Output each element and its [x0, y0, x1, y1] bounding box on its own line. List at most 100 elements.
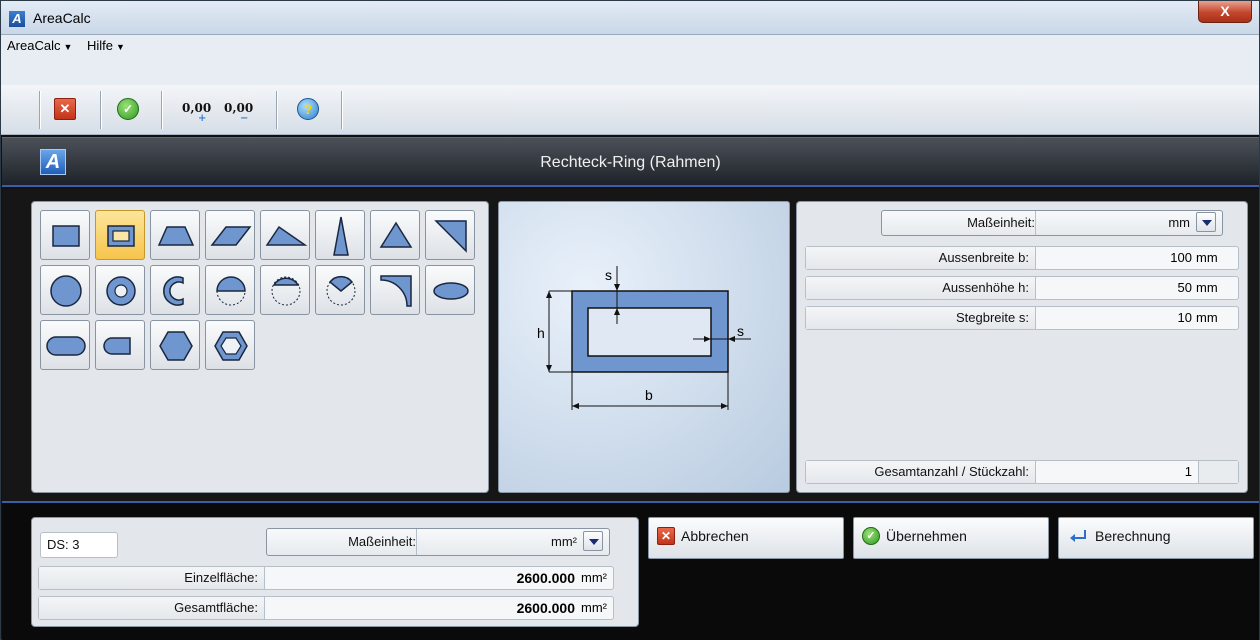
shape-spandrel-button[interactable]: [370, 265, 420, 315]
enter-icon: [1067, 527, 1089, 545]
app-logo-icon: A: [9, 11, 25, 27]
hexagon-icon: [159, 331, 193, 361]
hexagon-ring-icon: [214, 331, 248, 361]
calculate-button[interactable]: Berechnung: [1058, 517, 1254, 559]
shape-parallelogram-button[interactable]: [205, 210, 255, 260]
shape-circle-sector-cut-button[interactable]: [315, 265, 365, 315]
field-count-input[interactable]: 1: [1042, 461, 1192, 483]
shape-circle-button[interactable]: [40, 265, 90, 315]
field-aussenbreite-input[interactable]: 100: [1042, 247, 1192, 269]
decimals-plus-button[interactable]: 0,00 +: [182, 98, 222, 124]
ellipse-icon: [433, 282, 469, 300]
result-total-area: Gesamtfläche: 2600.000 mm²: [38, 596, 614, 620]
ds-counter-label: DS: 3: [47, 537, 80, 552]
result-single-area: Einzelfläche: 2600.000 mm²: [38, 566, 614, 590]
shape-circle-sector-button[interactable]: [150, 265, 200, 315]
spandrel-icon: [380, 275, 412, 307]
toolbar: ✕ ✓ 0,00 + 0,00 − ?: [1, 85, 1259, 135]
minus-icon: −: [240, 113, 249, 124]
field-aussenhoehe-input[interactable]: 50: [1042, 277, 1192, 299]
result-total-unit: mm²: [581, 600, 607, 615]
diagram-label-s-top: s: [605, 267, 612, 283]
shape-triangle-right-button[interactable]: [425, 210, 475, 260]
slot-icon: [46, 336, 86, 356]
decimals-minus-button[interactable]: 0,00 −: [224, 98, 264, 124]
toolbar-ok-button[interactable]: ✓: [117, 98, 139, 120]
circle-sector-icon: [163, 276, 184, 306]
unit-select[interactable]: Maßeinheit: mm: [881, 210, 1223, 236]
shape-triangle-equilateral-button[interactable]: [370, 210, 420, 260]
result-unit-value: mm²: [551, 534, 577, 549]
decimals-plus-label: 0,00: [182, 101, 212, 115]
triangle-obtuse-icon: [265, 225, 308, 246]
field-aussenhoehe-unit: mm: [1196, 280, 1218, 295]
toolbar-separator: [39, 91, 40, 129]
shape-triangle-isoceles-button[interactable]: [315, 210, 365, 260]
cancel-button[interactable]: ✕ Abbrechen: [648, 517, 844, 559]
unit-select-value: mm: [1168, 215, 1190, 230]
triangle-equilateral-icon: [379, 221, 413, 248]
trapezoid-icon: [157, 226, 195, 246]
menu-areacalc-label: AreaCalc: [7, 38, 61, 53]
field-aussenbreite: Aussenbreite b: 100 mm: [805, 246, 1239, 270]
x-icon: ✕: [657, 527, 675, 545]
menu-hilfe-label: Hilfe: [87, 38, 114, 53]
shape-slot-button[interactable]: [40, 320, 90, 370]
shape-hexagon-ring-button[interactable]: [205, 320, 255, 370]
toolbar-cancel-button[interactable]: ✕: [54, 98, 76, 120]
help-button[interactable]: ?: [297, 98, 319, 120]
cancel-button-label: Abbrechen: [681, 528, 749, 544]
rectangle-ring-icon: [107, 225, 135, 247]
shape-palette: [31, 201, 489, 493]
rectangle-ring-diagram: s h s b: [537, 266, 751, 410]
menu-hilfe[interactable]: Hilfe ▼: [87, 38, 125, 53]
shape-half-circle-button[interactable]: [205, 265, 255, 315]
circle-sector-cut-icon: [326, 275, 356, 306]
chevron-down-icon: ▼: [116, 42, 125, 52]
diagram-label-b: b: [645, 387, 653, 403]
shape-circle-segment-button[interactable]: [260, 265, 310, 315]
title-bar: A AreaCalc X: [1, 1, 1259, 35]
chevron-down-icon[interactable]: [1196, 212, 1216, 232]
calculate-button-label: Berechnung: [1095, 528, 1171, 544]
chevron-down-icon[interactable]: [583, 531, 603, 551]
result-total-value: 2600.000: [516, 600, 575, 616]
shape-title: Rechteck-Ring (Rahmen): [540, 154, 721, 171]
field-aussenhoehe-label: Aussenhöhe h:: [806, 277, 1036, 299]
unit-select-label: Maßeinheit:: [882, 211, 1036, 235]
semi-slot-icon: [103, 337, 131, 355]
triangle-right-icon: [434, 220, 467, 253]
ds-counter: DS: 3: [40, 532, 118, 558]
field-aussenbreite-unit: mm: [1196, 250, 1218, 265]
toolbar-separator: [161, 91, 162, 129]
shape-diagram: s h s b: [498, 201, 790, 493]
result-single-label: Einzelfläche:: [39, 567, 265, 589]
shape-semi-slot-button[interactable]: [95, 320, 145, 370]
close-button[interactable]: X: [1198, 1, 1252, 23]
shape-header: A Rechteck-Ring (Rahmen): [2, 137, 1259, 187]
menu-areacalc[interactable]: AreaCalc ▼: [7, 38, 72, 53]
apply-button[interactable]: ✓ Übernehmen: [853, 517, 1049, 559]
rectangle-icon: [52, 225, 80, 247]
diagram-label-s-right: s: [737, 323, 744, 339]
shape-triangle-obtuse-button[interactable]: [260, 210, 310, 260]
triangle-isoceles-icon: [333, 216, 349, 256]
shape-ellipse-button[interactable]: [425, 265, 475, 315]
window-title: AreaCalc: [33, 10, 91, 26]
shape-hexagon-button[interactable]: [150, 320, 200, 370]
app-window: A AreaCalc X AreaCalc ▼ Hilfe ▼ ✕ ✓ 0,00 +…: [0, 0, 1260, 640]
field-stegbreite-input[interactable]: 10: [1042, 307, 1192, 329]
shape-rectangle-ring-button[interactable]: [95, 210, 145, 260]
check-icon: ✓: [862, 527, 880, 545]
shape-trapezoid-button[interactable]: [150, 210, 200, 260]
field-count: Gesamtanzahl / Stückzahl: 1: [805, 460, 1239, 484]
menu-bar: AreaCalc ▼ Hilfe ▼: [1, 35, 1259, 85]
input-panel: Maßeinheit: mm Aussenbreite b: 100 mm Au…: [796, 201, 1248, 493]
result-total-label: Gesamtfläche:: [39, 597, 265, 619]
parallelogram-icon: [210, 226, 252, 246]
shape-rectangle-button[interactable]: [40, 210, 90, 260]
result-single-unit: mm²: [581, 570, 607, 585]
field-stegbreite-unit: mm: [1196, 310, 1218, 325]
shape-circle-ring-button[interactable]: [95, 265, 145, 315]
result-unit-select[interactable]: Maßeinheit: mm²: [266, 528, 610, 556]
